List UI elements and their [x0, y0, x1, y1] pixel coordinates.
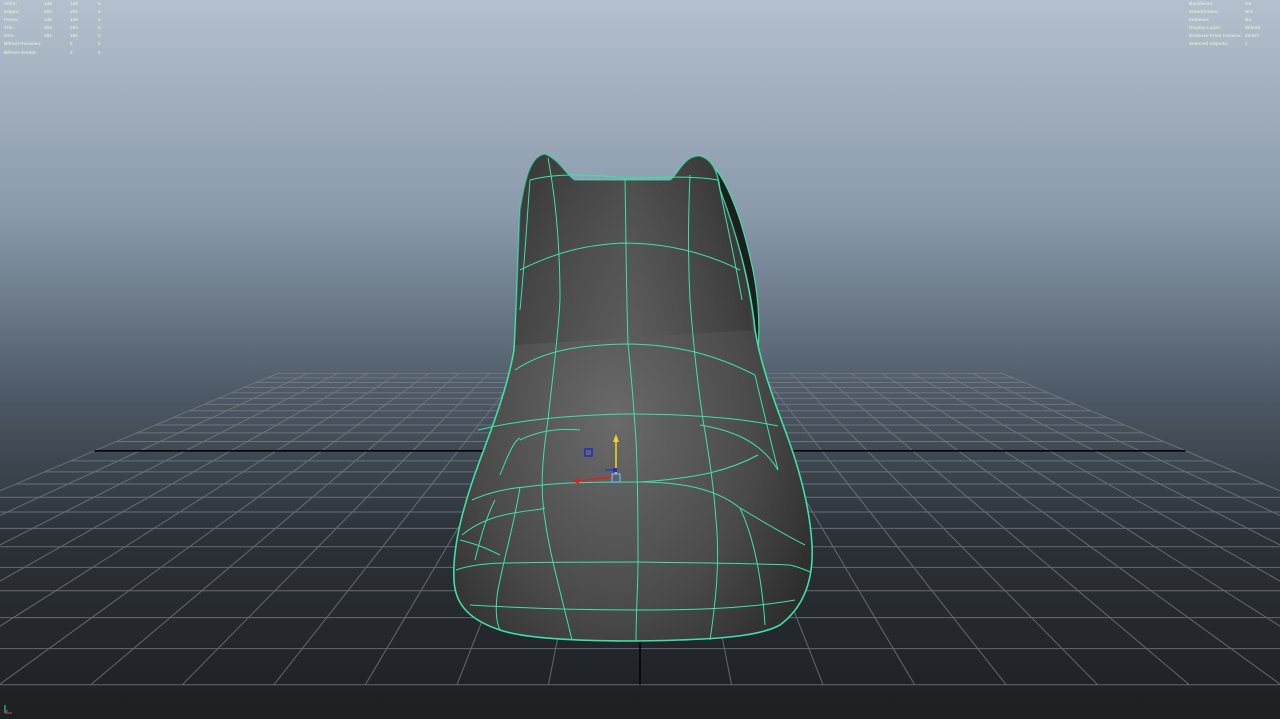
grid-line [790, 373, 1099, 686]
hud-label: Bifrost Voxels: [4, 49, 37, 55]
hud-value: 0 [98, 25, 101, 31]
grid-line [1002, 373, 1280, 492]
grid-line [942, 373, 1280, 546]
hud-label: Backfaces: [1189, 1, 1214, 6]
hud-left-row: Verts: 148 148 0 [4, 0, 114, 8]
hud-label: Edges: [4, 9, 20, 15]
hud-left-row: Bifrost Voxels: 0 0 [4, 49, 114, 57]
hud-value: 0 [98, 33, 101, 39]
hud-label: Verts: [4, 1, 18, 6]
manip-center-dot [613, 468, 617, 472]
grid-line [0, 373, 278, 492]
hud-value: N/A [1245, 9, 1254, 15]
hud-label: Faces: [4, 17, 19, 23]
hud-right-row: Backfaces: On [1189, 0, 1279, 8]
hud-left-row: Bifrost Particles: 0 0 [4, 40, 114, 48]
grid-line [0, 373, 429, 685]
hud-right-row: Smoothness: N/A [1189, 8, 1279, 16]
hud-label: Bifrost Particles: [4, 41, 42, 47]
hud-object-details: Backfaces: On Smoothness: N/A Instance: No Dis… [1189, 0, 1279, 49]
hud-value: 0 [98, 49, 101, 55]
hud-label: Tris: [4, 25, 14, 31]
hud-value: On [1245, 1, 1252, 6]
hud-value: 181 [70, 33, 78, 39]
hud-label: Display Layer: [1189, 25, 1222, 31]
hud-value: 146 [70, 17, 78, 23]
hud-value: No [1245, 17, 1252, 23]
hud-left-row: Tris: 292 292 0 [4, 24, 114, 32]
hud-value: 148 [70, 1, 78, 6]
hud-value: 292 [44, 25, 52, 31]
grid-line [0, 373, 338, 546]
3d-viewport[interactable] [0, 0, 1280, 719]
hud-value: 0 [98, 1, 101, 6]
hud-value: 146 [44, 17, 52, 23]
grid-line [911, 373, 1280, 582]
hud-right-row: Selected Objects: 1 [1189, 40, 1279, 48]
hud-value: 0 [98, 17, 101, 23]
mesh-backrest [515, 154, 752, 345]
hud-label: Selected Objects: [1189, 41, 1229, 47]
grid-line [90, 373, 459, 686]
hud-value: 292 [70, 9, 78, 15]
hud-value: 148 [44, 1, 52, 6]
hud-right-row: Instance: No [1189, 16, 1279, 24]
hud-left-row: Edges: 292 292 0 [4, 8, 114, 16]
view-axis-indicator-icon [4, 705, 12, 714]
hud-value: 181 [44, 33, 52, 39]
hud-label: Smoothness: [1189, 9, 1219, 15]
hud-label: Distance From Camera: [1189, 33, 1242, 39]
hud-label: UVs: [4, 33, 15, 39]
hud-value: 0 [70, 49, 73, 55]
grid-line [821, 373, 1190, 686]
grid-line [181, 373, 490, 686]
hud-left-row: UVs: 181 181 0 [4, 32, 114, 40]
hud-poly-count: Verts: 148 148 0 Edges: 292 292 0 Faces: 146 146 0 T… [4, 0, 114, 57]
hud-value: 29.837 [1245, 33, 1260, 39]
hud-value: 0 [70, 41, 73, 47]
hud-right-row: Display Layer: default [1189, 24, 1279, 32]
hud-value: 0 [98, 9, 101, 15]
hud-value: default [1245, 25, 1261, 31]
grid-line [881, 373, 1280, 627]
hud-left-row: Faces: 146 146 0 [4, 16, 114, 24]
grid-line [851, 373, 1280, 685]
grid-line [0, 373, 399, 627]
hud-right-row: Distance From Camera: 29.837 [1189, 32, 1279, 40]
grid-line [0, 373, 369, 582]
hud-label: Instance: [1189, 17, 1210, 23]
hud-value: 0 [98, 41, 101, 47]
polygon-mesh-seat[interactable] [453, 153, 813, 642]
hud-value: 292 [70, 25, 78, 31]
hud-value: 1 [1245, 41, 1248, 47]
hud-value: 292 [44, 9, 52, 15]
